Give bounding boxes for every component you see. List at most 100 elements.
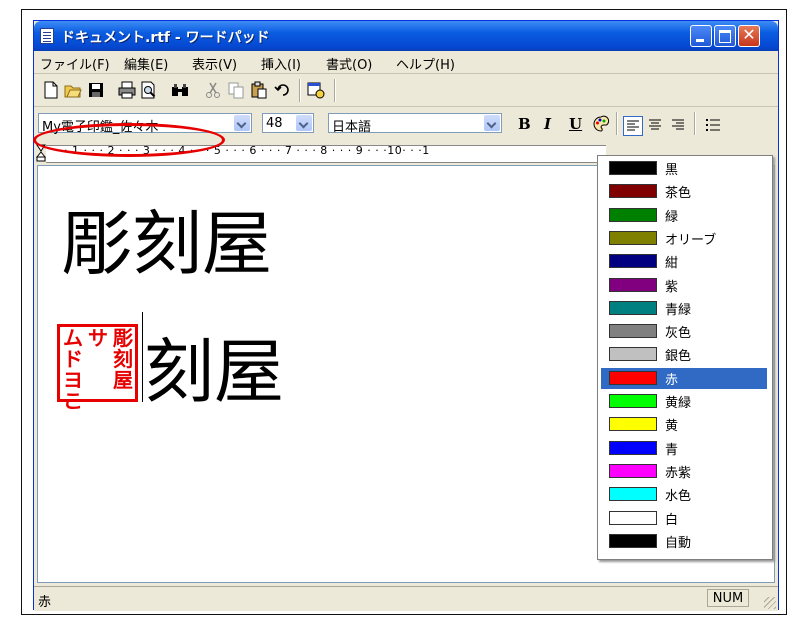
print-preview-icon[interactable] [140, 81, 158, 99]
color-option[interactable]: 赤 [601, 367, 767, 389]
color-swatch [609, 254, 657, 269]
color-menu: 黒茶色緑オリーブ紺紫青緑灰色銀色赤黄緑黄青赤紫水色白自動 [597, 155, 773, 560]
toolbar-separator [616, 112, 618, 135]
bullets-icon[interactable] [704, 116, 722, 134]
color-option[interactable]: 自動 [601, 531, 767, 552]
color-option-label: 黄緑 [665, 396, 692, 411]
color-option-label: 赤紫 [665, 465, 692, 481]
color-swatch [609, 324, 657, 339]
font-size-combo[interactable]: 48 [262, 113, 314, 133]
align-right-icon[interactable] [669, 116, 687, 134]
color-swatch [609, 347, 657, 362]
color-option-label: 青緑 [665, 302, 692, 318]
resize-grip-icon[interactable] [764, 597, 776, 609]
stamp-column-right: 彫刻屋 [113, 326, 133, 392]
italic-button[interactable]: I [544, 115, 551, 133]
insert-date-icon[interactable] [307, 81, 325, 99]
seal-stamp: ムドヨこ サ 彫刻屋 [57, 324, 138, 412]
color-option[interactable]: 黒 [601, 158, 767, 179]
chevron-down-icon[interactable] [234, 115, 250, 131]
color-option[interactable]: 水色 [601, 484, 767, 505]
color-option-label: 灰色 [665, 326, 692, 342]
menu-insert[interactable]: 挿入(I) [261, 54, 301, 73]
color-option-label: 白 [665, 512, 679, 528]
status-bar: 赤 NUM [34, 586, 778, 611]
color-option[interactable]: 紺 [601, 251, 767, 272]
title-bar[interactable]: ドキュメント.rtf - ワードパッド ✕ [34, 21, 778, 51]
underline-button[interactable]: U [569, 115, 582, 133]
menu-help[interactable]: ヘルプ(H) [396, 54, 455, 73]
color-option[interactable]: 緑 [601, 205, 767, 226]
toolbar-separator [299, 79, 301, 102]
bold-button[interactable]: B [518, 115, 531, 133]
color-swatch [609, 300, 657, 315]
chevron-down-icon[interactable] [484, 115, 500, 131]
copy-icon[interactable] [227, 81, 245, 99]
color-palette-icon[interactable] [592, 115, 610, 133]
menu-edit[interactable]: 編集(E) [124, 54, 168, 73]
text-caret [142, 312, 143, 402]
color-option-label: オリーブ [665, 232, 717, 248]
undo-icon[interactable] [274, 81, 292, 99]
color-swatch [609, 510, 657, 525]
highlight-oval [33, 123, 225, 157]
num-lock-indicator: NUM [707, 589, 749, 607]
color-option-label: 黒 [665, 163, 679, 178]
font-size-value: 48 [266, 116, 283, 131]
color-option-label: 銀色 [665, 349, 692, 365]
chevron-down-icon[interactable] [296, 115, 312, 131]
align-left-icon[interactable] [623, 116, 643, 136]
color-option[interactable]: 白 [601, 508, 767, 529]
menu-bar: ファイル(F) 編集(E) 表示(V) 挿入(I) 書式(O) ヘルプ(H) [34, 51, 778, 74]
close-icon: ✕ [742, 25, 756, 44]
color-option-label: 自動 [665, 535, 692, 551]
window-title: ドキュメント.rtf - ワードパッド [61, 30, 270, 46]
menu-view[interactable]: 表示(V) [192, 54, 237, 73]
print-icon[interactable] [118, 81, 136, 99]
color-swatch [609, 533, 657, 548]
color-option[interactable]: 青 [601, 438, 767, 459]
align-center-icon[interactable] [646, 116, 664, 134]
minimize-button[interactable] [690, 25, 712, 47]
color-swatch [609, 417, 657, 432]
color-option-label: 紫 [665, 279, 679, 295]
cut-icon[interactable] [204, 81, 222, 99]
color-swatch [609, 370, 657, 385]
toolbar-separator [334, 79, 336, 102]
color-option[interactable]: 赤紫 [601, 461, 767, 482]
color-swatch [609, 440, 657, 455]
color-option-label: 水色 [665, 489, 692, 505]
color-swatch [609, 394, 657, 408]
save-icon[interactable] [87, 81, 105, 99]
script-combo[interactable]: 日本語 [328, 113, 502, 135]
color-option[interactable]: 黄 [601, 414, 767, 435]
toolbar-separator [694, 112, 696, 135]
color-option-label: 黄 [665, 419, 679, 435]
color-option[interactable]: 紫 [601, 275, 767, 296]
color-option[interactable]: 灰色 [601, 321, 767, 342]
color-option-label: 青 [665, 442, 679, 458]
color-option[interactable]: 黄緑 [601, 391, 767, 412]
paste-icon[interactable] [250, 81, 268, 99]
color-option-label: 茶色 [665, 186, 692, 202]
color-option[interactable]: オリーブ [601, 228, 767, 249]
color-swatch [609, 487, 657, 502]
document-icon [40, 28, 54, 44]
color-option[interactable]: 青緑 [601, 298, 767, 319]
find-icon[interactable] [171, 81, 189, 99]
script-value: 日本語 [332, 120, 372, 135]
new-icon[interactable] [42, 81, 60, 99]
color-option[interactable]: 銀色 [601, 344, 767, 365]
color-swatch [609, 277, 657, 292]
stamp-column-middle: サ [88, 326, 108, 350]
close-button[interactable]: ✕ [738, 25, 760, 47]
maximize-button[interactable] [714, 25, 736, 47]
color-option[interactable]: 茶色 [601, 181, 767, 202]
standard-toolbar [34, 74, 778, 107]
document-line-1: 彫刻屋 [62, 203, 272, 285]
color-swatch [609, 463, 657, 478]
menu-format[interactable]: 書式(O) [326, 54, 372, 73]
menu-file[interactable]: ファイル(F) [40, 54, 110, 73]
open-icon[interactable] [64, 81, 82, 99]
color-swatch [609, 161, 657, 175]
